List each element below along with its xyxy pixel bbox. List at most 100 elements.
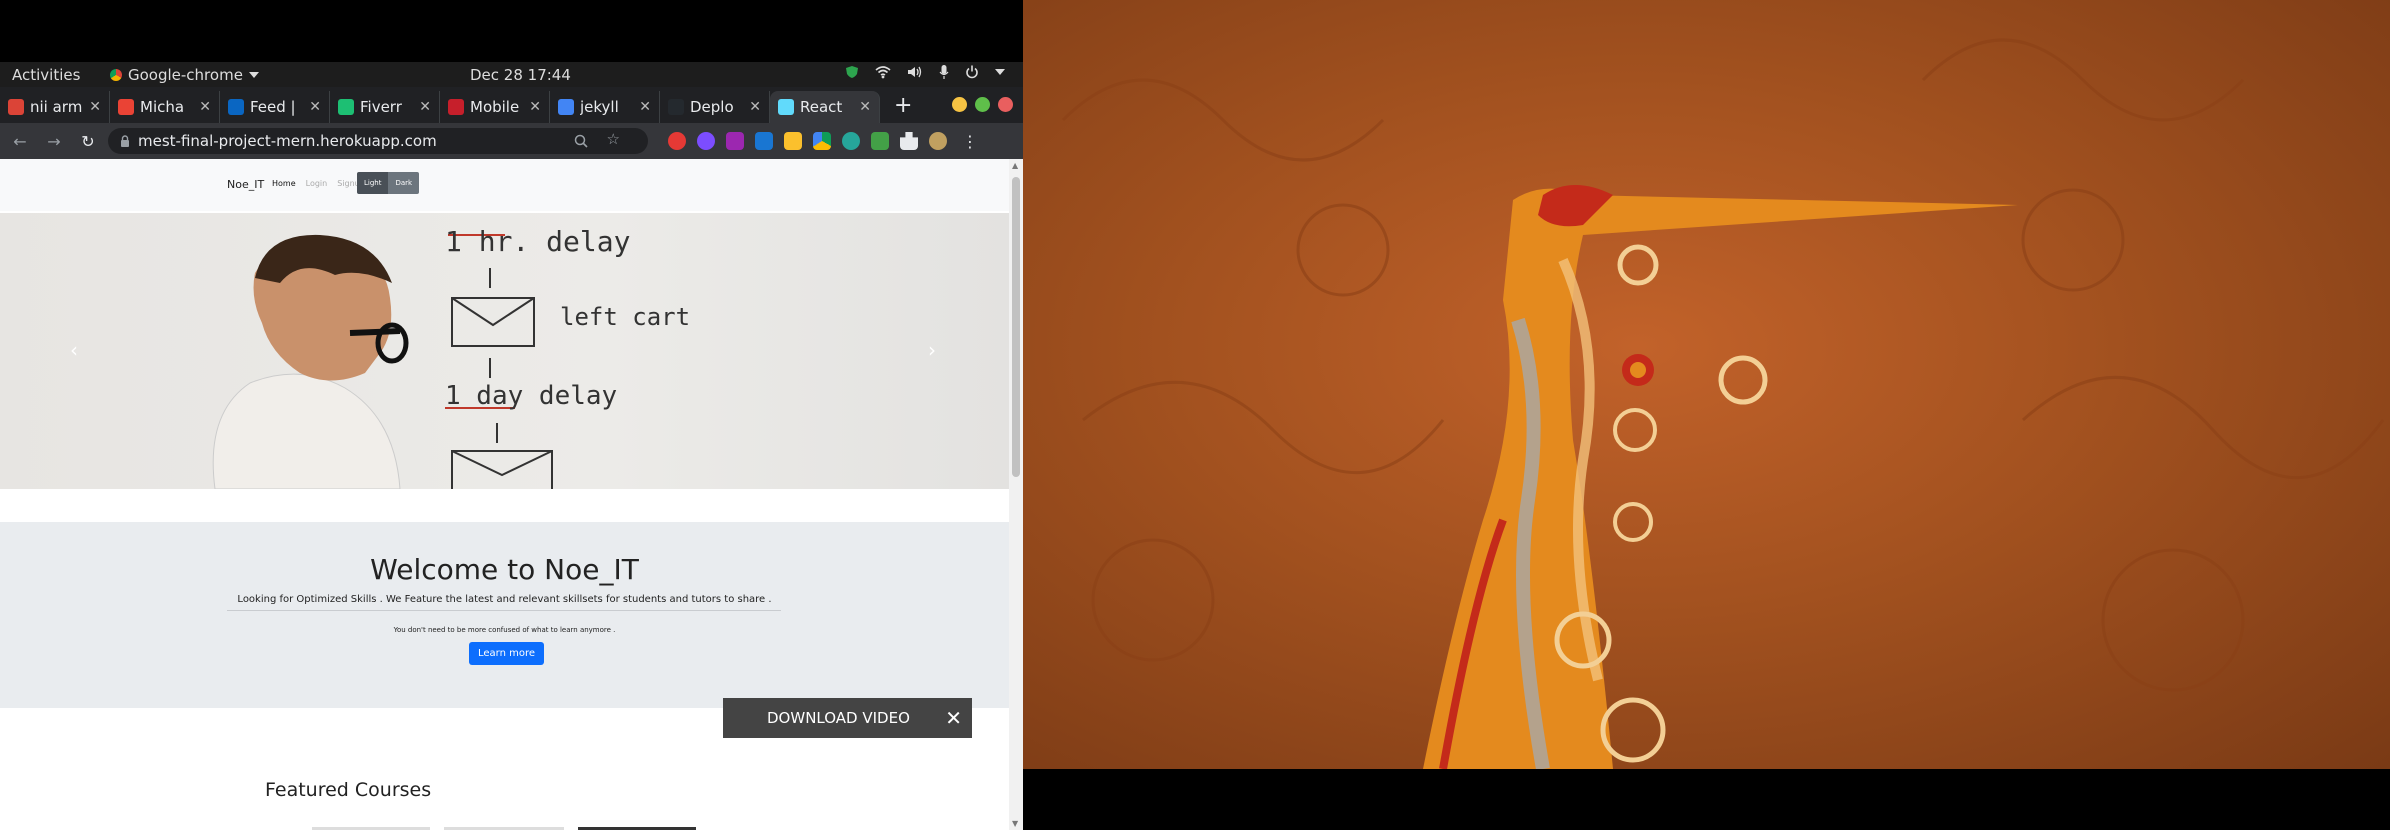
linkedin-icon [228, 99, 244, 115]
nav-link-home[interactable]: Home [272, 179, 296, 188]
dark-theme-button[interactable]: Dark [388, 172, 420, 194]
light-theme-button[interactable]: Light [357, 172, 389, 194]
welcome-title: Welcome to Noe_IT [370, 553, 639, 586]
status-area[interactable] [845, 65, 1005, 79]
wallpaper-bird-illustration [1061, 38, 2385, 769]
avatar[interactable] [929, 132, 947, 150]
tab[interactable]: Micha ✕ [110, 91, 220, 123]
desktop-bottom-area [1023, 769, 2390, 830]
close-icon[interactable]: ✕ [749, 99, 761, 115]
extension-icon[interactable] [842, 132, 860, 150]
activities-button[interactable]: Activities [12, 66, 80, 84]
tab-label: nii arm [30, 98, 83, 116]
site-navbar: Noe_IT Home Login Signup Light Dark [0, 159, 1009, 211]
extension-icon[interactable] [784, 132, 802, 150]
window-controls [952, 97, 1013, 112]
hero-carousel: 1 hr. delay left cart 1 day delay ‹ › [0, 213, 1009, 489]
volume-icon [908, 66, 922, 78]
zoom-icon[interactable] [574, 134, 588, 148]
whiteboard-text: left cart [560, 303, 691, 331]
tab[interactable]: nii arm ✕ [0, 91, 110, 123]
microphone-icon [939, 65, 949, 79]
reload-button[interactable]: ↻ [74, 132, 102, 151]
chevron-down-icon [995, 69, 1005, 75]
wifi-icon [875, 66, 891, 79]
lock-icon [121, 135, 129, 147]
tab[interactable]: jekyll ✕ [550, 91, 660, 123]
scroll-up-icon[interactable]: ▲ [1012, 161, 1018, 170]
close-icon[interactable]: ✕ [419, 99, 431, 115]
tab-label: Deplo [690, 98, 734, 116]
new-tab-button[interactable]: + [894, 93, 912, 118]
chrome-icon [110, 69, 122, 81]
carousel-prev-icon[interactable]: ‹ [70, 338, 78, 362]
site-brand[interactable]: Noe_IT [227, 178, 264, 191]
page-scrollbar[interactable]: ▲ ▼ [1009, 159, 1023, 830]
github-icon [668, 99, 684, 115]
scrollbar-thumb[interactable] [1012, 177, 1020, 477]
tab[interactable]: Feed | ✕ [220, 91, 330, 123]
gmail-icon [118, 99, 134, 115]
welcome-lead: Looking for Optimized Skills . We Featur… [237, 594, 772, 605]
react-icon [778, 99, 794, 115]
scroll-down-icon[interactable]: ▼ [1012, 819, 1018, 828]
tab-label: React [800, 98, 843, 116]
download-video-overlay[interactable]: DOWNLOAD VIDEO ✕ [723, 698, 972, 738]
more-menu-icon[interactable]: ⋮ [962, 132, 978, 151]
chevron-down-icon [248, 72, 259, 78]
divider [227, 610, 781, 611]
address-bar[interactable]: mest-final-project-mern.herokuapp.com ☆ [108, 128, 648, 154]
fiverr-icon [338, 99, 354, 115]
close-icon[interactable]: ✕ [639, 99, 651, 115]
tab-label: Micha [140, 98, 185, 116]
tab-label: Fiverr [360, 98, 402, 116]
bookmark-star-icon[interactable]: ☆ [607, 130, 620, 148]
close-window-button[interactable] [998, 97, 1013, 112]
minimize-button[interactable] [952, 97, 967, 112]
app-menu[interactable]: Google-chrome [110, 66, 259, 84]
person-illustration [212, 234, 409, 489]
extension-icon[interactable] [871, 132, 889, 150]
learn-more-button[interactable]: Learn more [469, 642, 545, 665]
extension-icon[interactable] [755, 132, 773, 150]
tab-strip: nii arm ✕ Micha ✕ Feed | ✕ Fiverr ✕ Mobi… [0, 87, 1023, 123]
close-icon[interactable]: ✕ [859, 99, 871, 115]
whiteboard-text: 1 day delay [445, 381, 618, 411]
clock[interactable]: Dec 28 17:44 [470, 66, 571, 84]
huawei-icon [448, 99, 464, 115]
carousel-next-icon[interactable]: › [928, 338, 936, 362]
extensions-puzzle-icon[interactable] [900, 132, 918, 150]
extensions-row: ⋮ [668, 132, 978, 151]
tab[interactable]: Mobile ✕ [440, 91, 550, 123]
close-icon[interactable]: ✕ [529, 99, 541, 115]
tab[interactable]: Deplo ✕ [660, 91, 770, 123]
gnome-top-bar: Activities Google-chrome Dec 28 17:44 [0, 62, 1023, 87]
shield-icon [846, 66, 858, 78]
close-icon[interactable]: ✕ [945, 706, 962, 730]
theme-toggle: Light Dark [357, 172, 420, 194]
extension-icon[interactable] [697, 132, 715, 150]
download-video-label[interactable]: DOWNLOAD VIDEO [767, 709, 910, 727]
app-menu-label: Google-chrome [128, 66, 243, 84]
close-icon[interactable]: ✕ [199, 99, 211, 115]
google-drive-icon[interactable] [813, 132, 831, 150]
back-button[interactable]: ← [6, 132, 34, 151]
desktop-wallpaper [1023, 0, 2390, 769]
whiteboard-text: 1 hr. delay [445, 225, 631, 258]
nav-link-login[interactable]: Login [306, 179, 328, 188]
extension-icon[interactable] [668, 132, 686, 150]
power-icon [966, 65, 978, 79]
extension-icon[interactable] [726, 132, 744, 150]
tab-active[interactable]: React ✕ [770, 91, 880, 123]
welcome-subtext: You don't need to be more confused of wh… [393, 626, 616, 634]
maximize-button[interactable] [975, 97, 990, 112]
google-icon [8, 99, 24, 115]
forward-button[interactable]: → [40, 132, 68, 151]
tab-label: Feed | [250, 98, 296, 116]
featured-courses-heading: Featured Courses [265, 779, 432, 801]
jumbotron: Welcome to Noe_IT Looking for Optimized … [0, 522, 1009, 708]
close-icon[interactable]: ✕ [89, 99, 101, 115]
tab[interactable]: Fiverr ✕ [330, 91, 440, 123]
tab-label: Mobile [470, 98, 520, 116]
close-icon[interactable]: ✕ [309, 99, 321, 115]
